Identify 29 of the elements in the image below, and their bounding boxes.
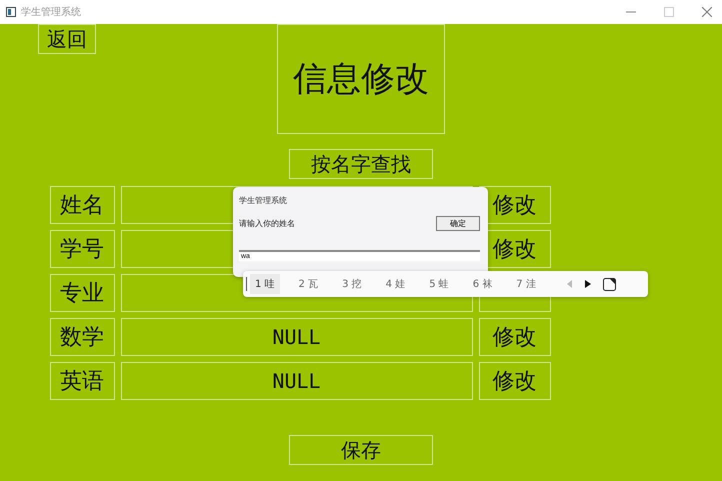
candidate-item[interactable]: 2 瓦: [294, 274, 324, 294]
ok-button[interactable]: 确定: [436, 216, 480, 231]
candidate-item[interactable]: 5 蛙: [424, 274, 454, 294]
save-button[interactable]: 保存: [289, 435, 433, 465]
field-label: 数学: [50, 318, 114, 356]
edit-button[interactable]: 修改: [478, 318, 550, 356]
candidate-item[interactable]: 1 哇: [250, 274, 280, 294]
field-label: 专业: [50, 274, 114, 312]
value-field: NULL: [120, 318, 472, 356]
field-label: 英语: [50, 362, 114, 400]
app-icon: [6, 7, 16, 17]
candidate-item[interactable]: 7 洼: [511, 274, 541, 294]
candidate-item[interactable]: 4 娃: [380, 274, 410, 294]
close-icon[interactable]: [702, 7, 712, 17]
back-button[interactable]: 返回: [38, 24, 96, 54]
edit-button[interactable]: 修改: [478, 362, 550, 400]
candidate-item[interactable]: 6 袜: [468, 274, 498, 294]
value-field: NULL: [120, 362, 472, 400]
dialog-title: 学生管理系统: [239, 195, 288, 206]
next-page-icon[interactable]: [584, 280, 591, 288]
page-heading: 信息修改: [277, 24, 445, 134]
expand-icon[interactable]: [602, 278, 616, 290]
field-label: 学号: [50, 230, 114, 268]
field-label: 姓名: [50, 186, 114, 224]
prompt-text: 请输入你的姓名: [239, 218, 295, 229]
text-cursor: [246, 277, 247, 291]
candidate-item[interactable]: 3 挖: [337, 274, 367, 294]
search-by-name-button[interactable]: 按名字查找: [289, 149, 433, 179]
window-title: 学生管理系统: [21, 6, 81, 19]
